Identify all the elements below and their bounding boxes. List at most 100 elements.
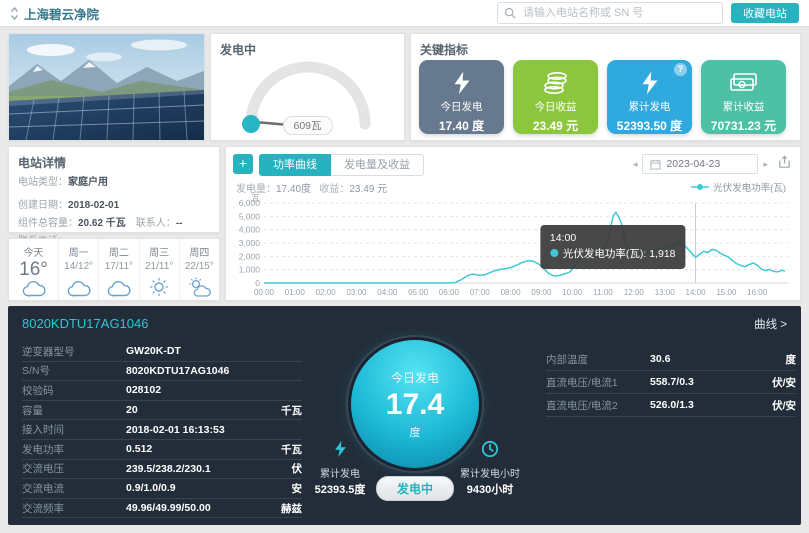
inverter-left-table: 逆变器型号GW20K-DTS/N号8020KDTU17AG1046校验码0281… [22,342,302,518]
inverter-row-label: 接入时间 [22,422,126,437]
search-icon [504,7,516,19]
selected-date: 2023-04-23 [666,158,720,170]
detail-value: 家庭户用 [68,177,108,188]
power-curve-card: + 功率曲线 发电量及收益 ◂ 2023-04-23 ▸ [225,146,801,301]
svg-text:02:00: 02:00 [316,288,337,297]
inverter-row-value: 49.96/49.99/50.00 [126,502,266,514]
chart-tabs: 功率曲线 发电量及收益 [259,154,424,176]
inverter-row-unit: 千瓦 [266,403,302,418]
svg-text:6,000: 6,000 [239,198,261,208]
svg-text:5,000: 5,000 [239,211,261,221]
bolt-icon [640,68,660,97]
date-picker[interactable]: 2023-04-23 [642,154,758,174]
indicator-label: 累计发电 [629,99,671,114]
svg-text:06:00: 06:00 [439,288,460,297]
key-indicators-title: 关键指标 [420,41,468,58]
today-generation-label: 今日发电 [391,369,439,386]
next-day-arrow[interactable]: ▸ [761,159,770,170]
generating-status-button[interactable]: 发电中 [376,476,454,501]
detail-value: 20.62 千瓦 [78,218,126,229]
legend-text: 光伏发电功率(瓦) [713,180,786,194]
svg-text:05:00: 05:00 [408,288,429,297]
cloud-icon [103,280,134,297]
svg-text:11:00: 11:00 [593,288,613,297]
indicator-value: 70731.23 元 [711,117,776,134]
inverter-row-label: S/N号 [22,363,126,378]
help-badge[interactable]: ? [674,63,687,76]
inverter-row-value: 558.7/0.3 [650,376,760,388]
inverter-row: 内部温度30.6度 [546,348,796,371]
detail-field: 电站类型：家庭户用 [18,176,108,189]
station-detail-card: 电站详情 电站类型：家庭户用创建日期：2018-02-01组件总容量：20.62… [8,146,220,233]
inverter-row: 交流电压239.5/238.2/230.1伏 [22,460,302,480]
weather-day-temp: 16° [9,259,58,281]
search-box [497,2,723,24]
inverter-row-label: 内部温度 [546,352,650,367]
detail-row: 组件总容量：20.62 千瓦联系人：-- [18,217,210,230]
inverter-row-label: 交流电压 [22,461,126,476]
search-input[interactable] [521,6,716,20]
total-hours-label: 累计发电小时 [451,465,529,480]
inverter-row: 发电功率0.512千瓦 [22,440,302,460]
favorite-station-button[interactable]: 收藏电站 [731,3,799,23]
detail-row: 电站类型：家庭户用创建日期：2018-02-01 [18,176,210,212]
svg-text:0: 0 [255,278,260,288]
solar-panels-photo [9,34,204,140]
detail-label: 联系人： [136,218,176,229]
svg-text:13:00: 13:00 [655,288,676,297]
inverter-row-value: 2018-02-01 16:13:53 [126,424,266,436]
inverter-panel: 8020KDTU17AG1046 曲线 > 逆变器型号GW20K-DTS/N号8… [8,306,801,525]
svg-text:08:00: 08:00 [501,288,522,297]
indicator-label: 今日收益 [535,99,577,114]
inverter-row-unit: 度 [760,352,796,367]
tab-power-curve[interactable]: 功率曲线 [259,154,331,176]
svg-text:10:00: 10:00 [562,288,583,297]
inverter-row: 直流电压/电流2526.0/1.3伏/安 [546,394,796,417]
inverter-row: 校验码028102 [22,381,302,401]
curve-link[interactable]: 曲线 > [754,316,787,332]
weather-day-name: 周一 [59,244,98,259]
svg-text:4,000: 4,000 [239,225,261,235]
weather-day-1: 周一14/12° [59,239,99,300]
total-generation-label: 累计发电 [301,465,379,480]
export-icon[interactable] [777,155,792,175]
inverter-row: 直流电压/电流1558.7/0.3伏/安 [546,371,796,394]
inverter-row-value: GW20K-DT [126,345,266,357]
indicator-label: 今日发电 [441,99,483,114]
power-line-chart[interactable]: 瓦01,0002,0003,0004,0005,0006,00000:0001:… [230,193,798,297]
inverter-row: 交流电流0.9/1.0/0.9安 [22,479,302,499]
inverter-row-label: 直流电压/电流1 [546,375,650,390]
power-gauge-card: 发电中 609瓦 [210,33,405,141]
today-generation-unit: 度 [410,424,421,440]
prev-day-arrow[interactable]: ◂ [631,159,640,170]
svg-text:3,000: 3,000 [239,238,261,248]
bolt-icon [452,68,472,97]
inverter-row-unit: 伏 [266,461,302,476]
total-generation-value: 52393.5度 [301,481,379,497]
svg-text:09:00: 09:00 [531,288,552,297]
station-selector[interactable]: 上海碧云净院 [10,4,99,23]
sun-cloud-icon [184,277,215,297]
key-indicators-card: 关键指标 今日发电17.40 度今日收益23.49 元?累计发电52393.50… [410,33,801,141]
inverter-row-label: 校验码 [22,383,126,398]
tab-generation-income[interactable]: 发电量及收益 [331,154,424,176]
indicator-card-3: 累计收益 70731.23 元 [701,60,786,134]
svg-text:2,000: 2,000 [239,251,261,261]
chart-legend[interactable]: 光伏发电功率(瓦) [691,180,786,194]
detail-label: 电站类型： [18,177,68,188]
inverter-row-unit: 伏/安 [760,375,796,390]
topbar: 上海碧云净院 收藏电站 [0,0,809,27]
cloud-icon [13,280,54,297]
inverter-row-value: 0.512 [126,443,266,455]
detail-value: 2018-02-01 [68,200,119,211]
inverter-center: 今日发电 17.4 度 累计发电 52393.5度 累计发电小时 9430小时 … [305,336,525,521]
cash-icon [729,68,759,97]
expand-chart-button[interactable]: + [233,154,253,174]
detail-field: 联系人：-- [136,217,183,230]
topbar-right: 收藏电站 [497,2,799,24]
indicator-label: 累计收益 [723,99,765,114]
inverter-row: 接入时间2018-02-01 16:13:53 [22,420,302,440]
inverter-row-unit: 伏/安 [760,398,796,413]
cloud-icon [63,280,94,297]
weather-day-temp: 17/11° [99,261,138,272]
